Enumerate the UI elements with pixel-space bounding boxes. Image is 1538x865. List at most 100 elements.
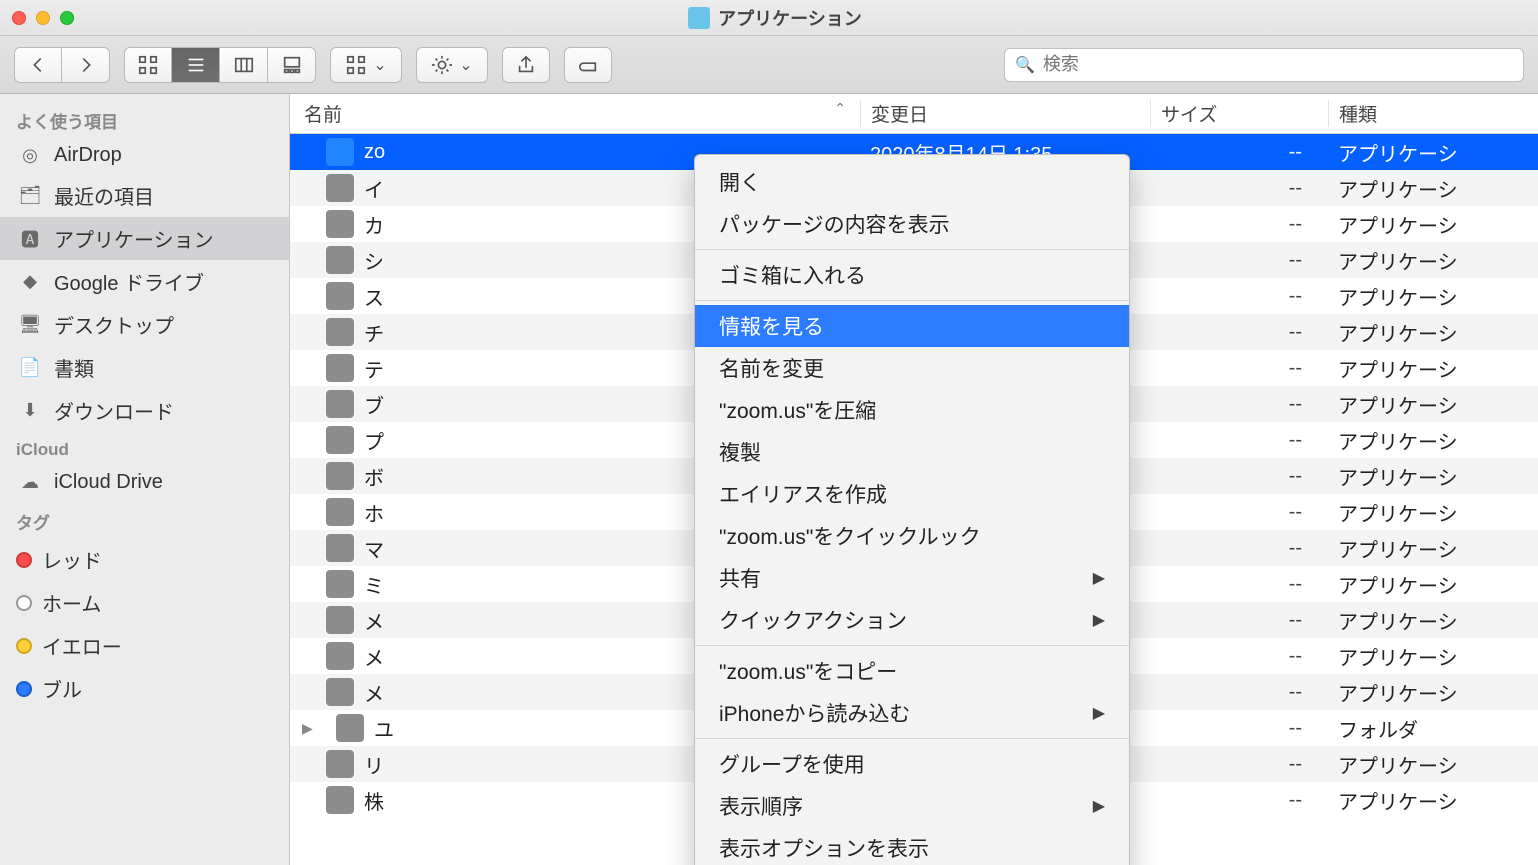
menu-item-label: 名前を変更 bbox=[719, 353, 824, 383]
sidebar-item-google-drive[interactable]: ◆Google ドライブ bbox=[0, 260, 289, 303]
file-kind: アプリケーシ bbox=[1328, 282, 1538, 311]
sidebar-item-desktop[interactable]: 🖥デスクトップ bbox=[0, 303, 289, 346]
file-size: -- bbox=[1150, 429, 1328, 452]
file-kind: アプリケーシ bbox=[1328, 498, 1538, 527]
menu-item-label: 複製 bbox=[719, 437, 761, 467]
file-size: -- bbox=[1150, 465, 1328, 488]
file-size: -- bbox=[1150, 357, 1328, 380]
app-icon bbox=[326, 606, 354, 634]
context-menu-item[interactable]: 名前を変更 bbox=[695, 347, 1129, 389]
tags-button[interactable] bbox=[564, 47, 612, 83]
sidebar-item-downloads[interactable]: ⬇ダウンロード bbox=[0, 389, 289, 432]
context-menu-item[interactable]: ゴミ箱に入れる bbox=[695, 254, 1129, 296]
sidebar-item-icloud-drive[interactable]: ☁iCloud Drive bbox=[0, 464, 289, 501]
context-menu-item[interactable]: "zoom.us"を圧縮 bbox=[695, 389, 1129, 431]
column-header-kind[interactable]: 種類 bbox=[1328, 100, 1538, 127]
app-icon bbox=[326, 534, 354, 562]
context-menu-item[interactable]: 表示オプションを表示 bbox=[695, 827, 1129, 865]
file-size: -- bbox=[1150, 789, 1328, 812]
column-header-date[interactable]: 変更日 bbox=[860, 100, 1150, 127]
column-header-size[interactable]: サイズ bbox=[1150, 100, 1328, 127]
sidebar-tag-red[interactable]: レッド bbox=[0, 538, 289, 581]
context-menu-item[interactable]: "zoom.us"をクイックルック bbox=[695, 515, 1129, 557]
file-kind: アプリケーシ bbox=[1328, 318, 1538, 347]
sidebar-item-applications[interactable]: 🅰アプリケーション bbox=[0, 217, 289, 260]
google-drive-icon: ◆ bbox=[16, 271, 44, 293]
disclosure-triangle-icon[interactable]: ▶ bbox=[302, 720, 320, 737]
menu-item-label: 情報を見る bbox=[719, 311, 824, 341]
context-menu-item[interactable]: iPhoneから読み込む▶ bbox=[695, 692, 1129, 734]
menu-item-label: グループを使用 bbox=[719, 749, 865, 779]
view-gallery-button[interactable] bbox=[268, 47, 316, 83]
file-size: -- bbox=[1150, 537, 1328, 560]
sidebar-item-recents[interactable]: 🗂最近の項目 bbox=[0, 174, 289, 217]
menu-separator bbox=[695, 300, 1129, 301]
context-menu-item[interactable]: 情報を見る bbox=[695, 305, 1129, 347]
file-name: メ bbox=[364, 642, 384, 671]
submenu-arrow-icon: ▶ bbox=[1093, 796, 1105, 816]
context-menu-item[interactable]: 開く bbox=[695, 161, 1129, 203]
menu-separator bbox=[695, 249, 1129, 250]
context-menu-item[interactable]: 表示順序▶ bbox=[695, 785, 1129, 827]
view-list-button[interactable] bbox=[172, 47, 220, 83]
view-icon-button[interactable] bbox=[124, 47, 172, 83]
sidebar-tag-home[interactable]: ホーム bbox=[0, 581, 289, 624]
file-name: ブ bbox=[364, 390, 384, 419]
action-button[interactable]: ⌄ bbox=[416, 47, 488, 83]
context-menu-item[interactable]: 複製 bbox=[695, 431, 1129, 473]
file-kind: アプリケーシ bbox=[1328, 210, 1538, 239]
sidebar-item-airdrop[interactable]: ◎AirDrop bbox=[0, 137, 289, 174]
file-size: -- bbox=[1150, 609, 1328, 632]
file-kind: アプリケーシ bbox=[1328, 642, 1538, 671]
app-icon bbox=[326, 426, 354, 454]
view-column-button[interactable] bbox=[220, 47, 268, 83]
menu-item-label: ゴミ箱に入れる bbox=[719, 260, 866, 290]
file-size: -- bbox=[1150, 393, 1328, 416]
file-kind: アプリケーシ bbox=[1328, 462, 1538, 491]
context-menu-item[interactable]: パッケージの内容を表示 bbox=[695, 203, 1129, 245]
file-name: シ bbox=[364, 246, 384, 275]
file-name: zo bbox=[364, 141, 385, 164]
file-name: イ bbox=[364, 174, 384, 203]
file-kind: アプリケーシ bbox=[1328, 390, 1538, 419]
tag-dot-icon bbox=[16, 552, 32, 568]
airdrop-icon: ◎ bbox=[16, 145, 44, 167]
menu-item-label: "zoom.us"をクイックルック bbox=[719, 521, 981, 551]
file-name: ボ bbox=[364, 462, 384, 491]
back-button[interactable] bbox=[14, 47, 62, 83]
sidebar-tag-yellow[interactable]: イエロー bbox=[0, 624, 289, 667]
app-icon bbox=[326, 642, 354, 670]
menu-item-label: "zoom.us"をコピー bbox=[719, 656, 897, 686]
context-menu-item[interactable]: エイリアスを作成 bbox=[695, 473, 1129, 515]
app-icon bbox=[326, 750, 354, 778]
context-menu-item[interactable]: 共有▶ bbox=[695, 557, 1129, 599]
sidebar-item-documents[interactable]: 📄書類 bbox=[0, 346, 289, 389]
context-menu-item[interactable]: クイックアクション▶ bbox=[695, 599, 1129, 641]
sidebar-tag-blue[interactable]: ブル bbox=[0, 667, 289, 710]
context-menu-item[interactable]: "zoom.us"をコピー bbox=[695, 650, 1129, 692]
folder-icon bbox=[688, 7, 710, 29]
menu-separator bbox=[695, 645, 1129, 646]
window-title: アプリケーション bbox=[718, 5, 862, 31]
search-field[interactable]: 🔍 bbox=[1004, 48, 1524, 82]
file-size: -- bbox=[1150, 717, 1328, 740]
tag-dot-icon bbox=[16, 681, 32, 697]
column-header-name[interactable]: 名前⌃ bbox=[290, 100, 860, 127]
sidebar-header-icloud: iCloud bbox=[0, 432, 289, 464]
app-icon bbox=[326, 498, 354, 526]
share-button[interactable] bbox=[502, 47, 550, 83]
group-by-button[interactable]: ⌄ bbox=[330, 47, 402, 83]
desktop-icon: 🖥 bbox=[16, 314, 44, 336]
file-name: マ bbox=[364, 534, 384, 563]
file-kind: アプリケーシ bbox=[1328, 678, 1538, 707]
app-icon bbox=[326, 570, 354, 598]
file-kind: アプリケーシ bbox=[1328, 174, 1538, 203]
file-list-pane: 名前⌃ 変更日 サイズ 種類 zo2020年8月14日 1:35--アプリケーシ… bbox=[290, 94, 1538, 865]
file-size: -- bbox=[1150, 285, 1328, 308]
search-input[interactable] bbox=[1043, 54, 1513, 75]
app-icon bbox=[326, 318, 354, 346]
file-size: -- bbox=[1150, 681, 1328, 704]
context-menu-item[interactable]: グループを使用 bbox=[695, 743, 1129, 785]
file-kind: アプリケーシ bbox=[1328, 354, 1538, 383]
forward-button[interactable] bbox=[62, 47, 110, 83]
